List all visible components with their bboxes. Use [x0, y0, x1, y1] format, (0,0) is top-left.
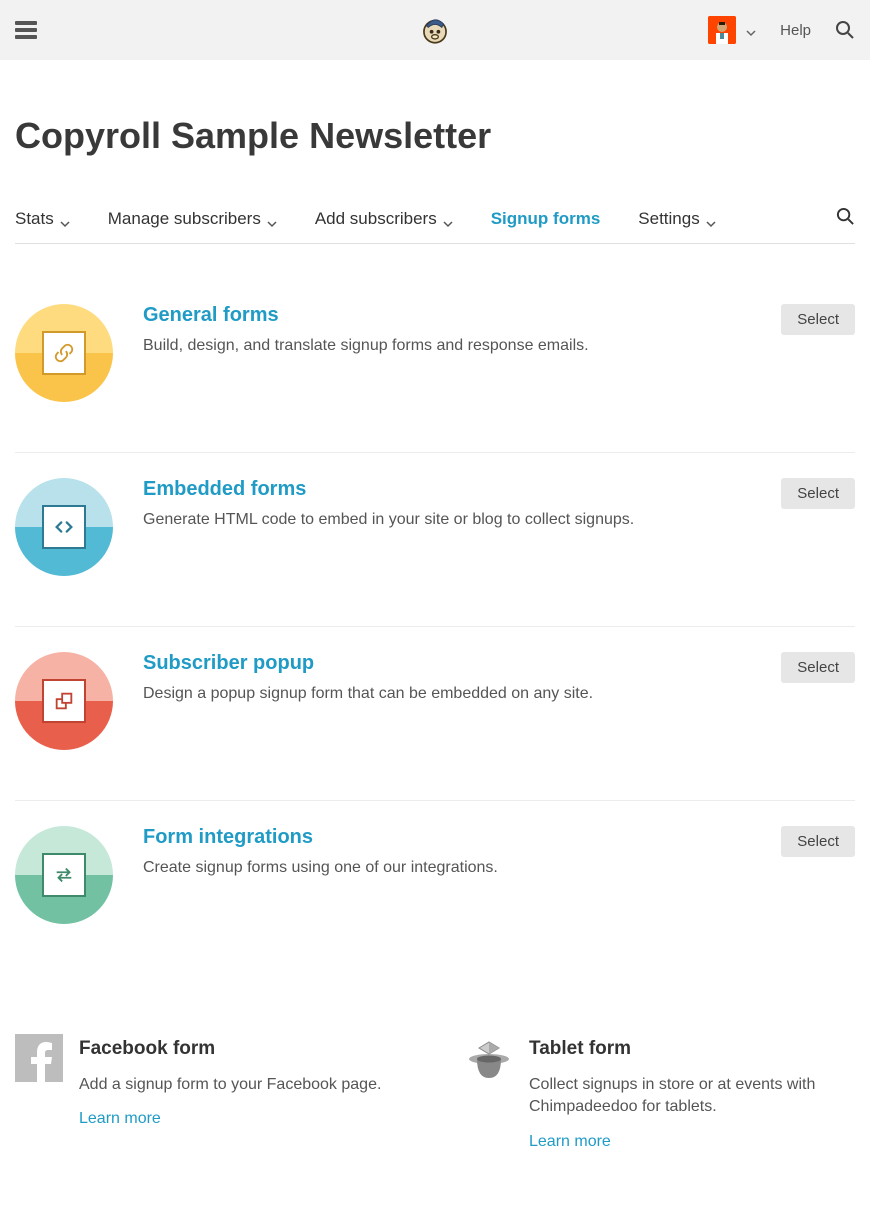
page-title: Copyroll Sample Newsletter: [15, 115, 855, 157]
hamburger-menu-icon[interactable]: [15, 21, 37, 39]
tab-label: Settings: [638, 209, 699, 229]
select-button[interactable]: Select: [781, 304, 855, 335]
tab-label: Manage subscribers: [108, 209, 261, 229]
select-button[interactable]: Select: [781, 478, 855, 509]
tab-label: Stats: [15, 209, 54, 229]
help-link[interactable]: Help: [780, 22, 811, 39]
user-avatar-icon: [708, 16, 736, 44]
form-description: Design a popup signup form that can be e…: [143, 685, 751, 703]
tab-settings[interactable]: Settings: [638, 209, 715, 229]
magic-hat-icon: [465, 1034, 513, 1082]
arrows-icon: [15, 826, 113, 924]
extra-facebook: Facebook form Add a signup form to your …: [15, 1034, 405, 1151]
tab-stats[interactable]: Stats: [15, 209, 70, 229]
form-option-embedded: Embedded forms Generate HTML code to emb…: [15, 453, 855, 627]
tab-label: Add subscribers: [315, 209, 437, 229]
select-button[interactable]: Select: [781, 826, 855, 857]
form-description: Generate HTML code to embed in your site…: [143, 511, 751, 529]
form-title-link[interactable]: Subscriber popup: [143, 652, 314, 675]
learn-more-link[interactable]: Learn more: [529, 1133, 611, 1150]
extra-title: Facebook form: [79, 1038, 381, 1060]
list-search-icon[interactable]: [836, 207, 855, 231]
extra-tablet: Tablet form Collect signups in store or …: [465, 1034, 855, 1151]
chevron-down-icon: [706, 214, 716, 224]
select-button[interactable]: Select: [781, 652, 855, 683]
extra-description: Add a signup form to your Facebook page.: [79, 1074, 381, 1096]
form-option-popup: Subscriber popup Design a popup signup f…: [15, 627, 855, 801]
form-title-link[interactable]: General forms: [143, 304, 279, 327]
popup-icon: [15, 652, 113, 750]
form-description: Create signup forms using one of our int…: [143, 859, 751, 877]
form-option-general: General forms Build, design, and transla…: [15, 304, 855, 453]
chevron-down-icon: [443, 214, 453, 224]
form-option-integrations: Form integrations Create signup forms us…: [15, 801, 855, 974]
form-description: Build, design, and translate signup form…: [143, 337, 751, 355]
tab-manage-subscribers[interactable]: Manage subscribers: [108, 209, 277, 229]
chevron-down-icon: [267, 214, 277, 224]
tab-label: Signup forms: [491, 209, 601, 229]
code-icon: [15, 478, 113, 576]
search-icon[interactable]: [835, 20, 855, 40]
form-title-link[interactable]: Embedded forms: [143, 478, 306, 501]
form-title-link[interactable]: Form integrations: [143, 826, 313, 849]
mailchimp-logo-icon[interactable]: [418, 13, 452, 47]
chevron-down-icon: [60, 214, 70, 224]
facebook-icon: [15, 1034, 63, 1082]
tab-signup-forms[interactable]: Signup forms: [491, 209, 601, 229]
account-menu[interactable]: [708, 16, 756, 44]
chevron-down-icon: [746, 25, 756, 35]
extra-title: Tablet form: [529, 1038, 855, 1060]
tab-add-subscribers[interactable]: Add subscribers: [315, 209, 453, 229]
link-icon: [15, 304, 113, 402]
top-bar: Help: [0, 0, 870, 60]
list-tabs: Stats Manage subscribers Add subscribers…: [15, 207, 855, 244]
learn-more-link[interactable]: Learn more: [79, 1110, 161, 1127]
extra-description: Collect signups in store or at events wi…: [529, 1074, 855, 1119]
